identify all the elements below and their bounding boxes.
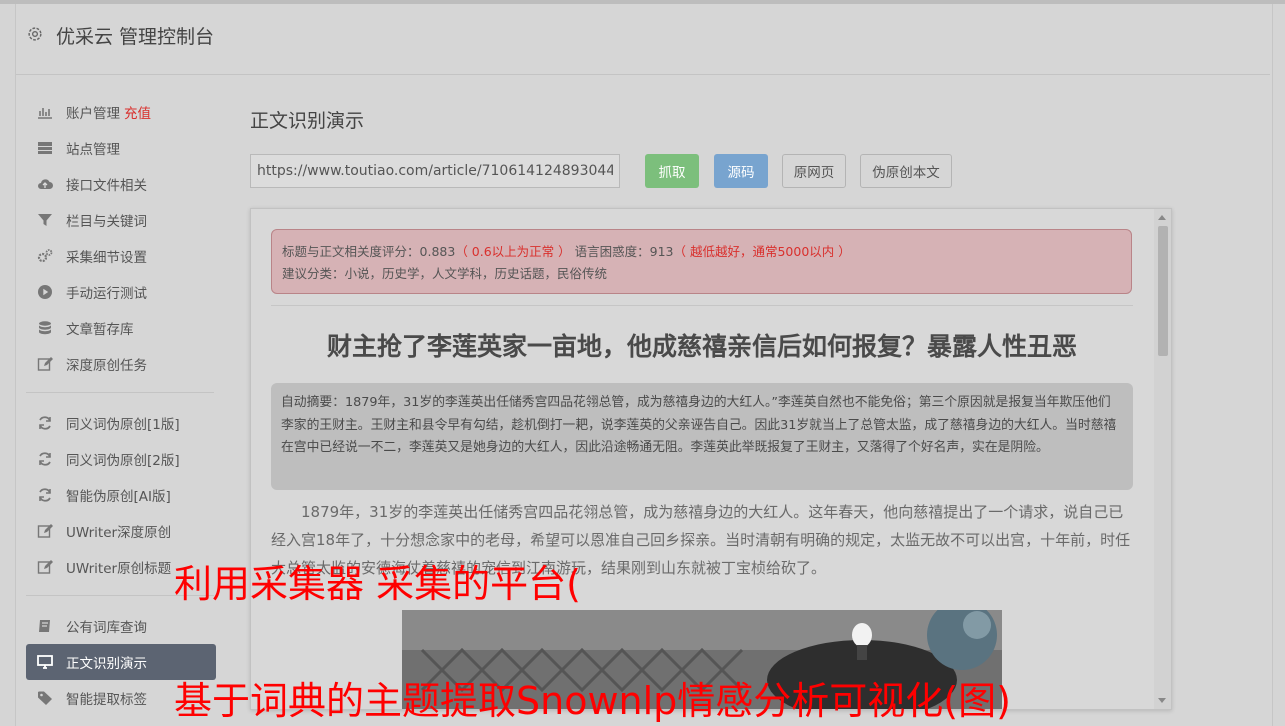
refresh-icon — [37, 451, 53, 467]
sidebar-item-synonym-v2[interactable]: 同义词伪原创[2版] — [26, 441, 216, 477]
sidebar-item-label: 公有词库查询 — [66, 620, 147, 636]
database-icon — [37, 320, 53, 336]
sidebar-item-label: 采集细节设置 — [66, 250, 147, 266]
page-title: 正文识别演示 — [250, 110, 365, 132]
score-label: 标题与正文相关度评分： — [282, 244, 420, 259]
gears-icon — [37, 248, 53, 264]
edit-icon — [37, 523, 53, 539]
score-value: 0.883 — [419, 244, 456, 259]
scroll-down-arrow-icon[interactable] — [1158, 698, 1166, 703]
monitor-icon — [37, 654, 53, 670]
source-button[interactable]: 源码 — [714, 154, 768, 188]
sidebar-item-ai-rewrite[interactable]: 智能伪原创[AI版] — [26, 477, 216, 513]
overlay-caption-1: 利用采集器 采集的平台( — [174, 562, 581, 606]
category-label: 建议分类： — [282, 266, 345, 281]
sidebar-item-label: 深度原创任务 — [66, 358, 147, 374]
server-icon — [37, 140, 53, 156]
sidebar-item-article-store[interactable]: 文章暂存库 — [26, 310, 216, 346]
divider — [271, 305, 1133, 306]
rewrite-article-button[interactable]: 伪原创本文 — [860, 154, 952, 188]
sidebar-item-collect-settings[interactable]: 采集细节设置 — [26, 238, 216, 274]
sidebar: 账户管理 充值 站点管理 接口文件相关 栏目与关键词 采集细节设置 手动运行测试… — [26, 94, 216, 716]
score-line: 标题与正文相关度评分：0.883（ 0.6以上为正常 ） 语言困惑度：913（ … — [282, 241, 1121, 263]
sidebar-item-label: 正文识别演示 — [66, 656, 147, 672]
sidebar-item-label: 接口文件相关 — [66, 178, 147, 194]
original-page-button[interactable]: 原网页 — [782, 154, 846, 188]
app-title: 优采云 管理控制台 — [56, 26, 215, 48]
perplexity-label: 语言困惑度： — [574, 244, 650, 259]
sidebar-item-label: 站点管理 — [66, 142, 120, 158]
perplexity-note: （ 越低越好，通常5000以内 ） — [673, 244, 851, 259]
sidebar-item-label: 栏目与关键词 — [66, 214, 147, 230]
sidebar-group-1: 账户管理 充值 站点管理 接口文件相关 栏目与关键词 采集细节设置 手动运行测试… — [26, 94, 216, 382]
sidebar-item-label: 智能伪原创[AI版] — [66, 489, 171, 505]
refresh-icon — [37, 487, 53, 503]
gear-icon[interactable] — [26, 25, 44, 43]
category-line: 建议分类：小说，历史学，人文学科，历史话题，民俗传统 — [282, 263, 1121, 285]
sidebar-item-label: 手动运行测试 — [66, 286, 147, 302]
sidebar-item-text-recognition[interactable]: 正文识别演示 — [26, 644, 216, 680]
sidebar-item-account[interactable]: 账户管理 充值 — [26, 94, 216, 130]
scroll-up-arrow-icon[interactable] — [1158, 215, 1166, 220]
sidebar-item-columns-keywords[interactable]: 栏目与关键词 — [26, 202, 216, 238]
app-header: 优采云 管理控制台 — [16, 4, 1270, 75]
book-icon — [37, 618, 53, 634]
sidebar-item-uwriter-deep[interactable]: UWriter深度原创 — [26, 513, 216, 549]
sidebar-item-label: 文章暂存库 — [66, 322, 134, 338]
edit-icon — [37, 559, 53, 575]
perplexity-value: 913 — [649, 244, 674, 259]
edit-icon — [37, 356, 53, 372]
result-panel: 标题与正文相关度评分：0.883（ 0.6以上为正常 ） 语言困惑度：913（ … — [250, 208, 1172, 710]
sidebar-item-label: 同义词伪原创[1版] — [66, 417, 180, 433]
sidebar-divider — [26, 392, 214, 393]
play-icon — [37, 284, 53, 300]
scroll-thumb[interactable] — [1158, 226, 1168, 356]
fetch-button[interactable]: 抓取 — [645, 154, 699, 188]
sidebar-item-public-lexicon[interactable]: 公有词库查询 — [26, 608, 216, 644]
recharge-link[interactable]: 充值 — [124, 102, 151, 122]
overlay-caption-2: 基于词典的主题提取Snownlp情感分析可视化(图) — [174, 679, 1011, 723]
vertical-scrollbar[interactable] — [1154, 209, 1171, 709]
tag-icon — [37, 690, 53, 706]
sidebar-item-deep-original-task[interactable]: 深度原创任务 — [26, 346, 216, 382]
category-value: 小说，历史学，人文学科，历史话题，民俗传统 — [344, 266, 608, 281]
refresh-icon — [37, 415, 53, 431]
sidebar-item-label: 同义词伪原创[2版] — [66, 453, 180, 469]
filter-icon — [37, 212, 53, 228]
cloud-upload-icon — [37, 176, 53, 192]
auto-summary: 自动摘要：1879年，31岁的李莲英出任储秀宫四品花翎总管，成为慈禧身边的大红人… — [271, 383, 1133, 490]
sidebar-item-sites[interactable]: 站点管理 — [26, 130, 216, 166]
sidebar-item-manual-run[interactable]: 手动运行测试 — [26, 274, 216, 310]
sidebar-item-label: UWriter深度原创 — [66, 525, 172, 541]
sidebar-item-synonym-v1[interactable]: 同义词伪原创[1版] — [26, 405, 216, 441]
article-title: 财主抢了李莲英家一亩地，他成慈禧亲信后如何报复？暴露人性丑恶 — [326, 332, 1077, 361]
sidebar-item-label: UWriter原创标题 — [66, 561, 172, 577]
sidebar-group-2: 同义词伪原创[1版] 同义词伪原创[2版] 智能伪原创[AI版] UWriter… — [26, 405, 216, 585]
url-input[interactable] — [250, 154, 620, 188]
score-note: （ 0.6以上为正常 ） — [455, 244, 571, 259]
sidebar-item-label: 账户管理 — [66, 106, 120, 122]
sidebar-item-label: 智能提取标签 — [66, 692, 147, 708]
analysis-alert: 标题与正文相关度评分：0.883（ 0.6以上为正常 ） 语言困惑度：913（ … — [271, 229, 1132, 294]
bar-chart-icon — [37, 104, 53, 120]
sidebar-item-interface-files[interactable]: 接口文件相关 — [26, 166, 216, 202]
